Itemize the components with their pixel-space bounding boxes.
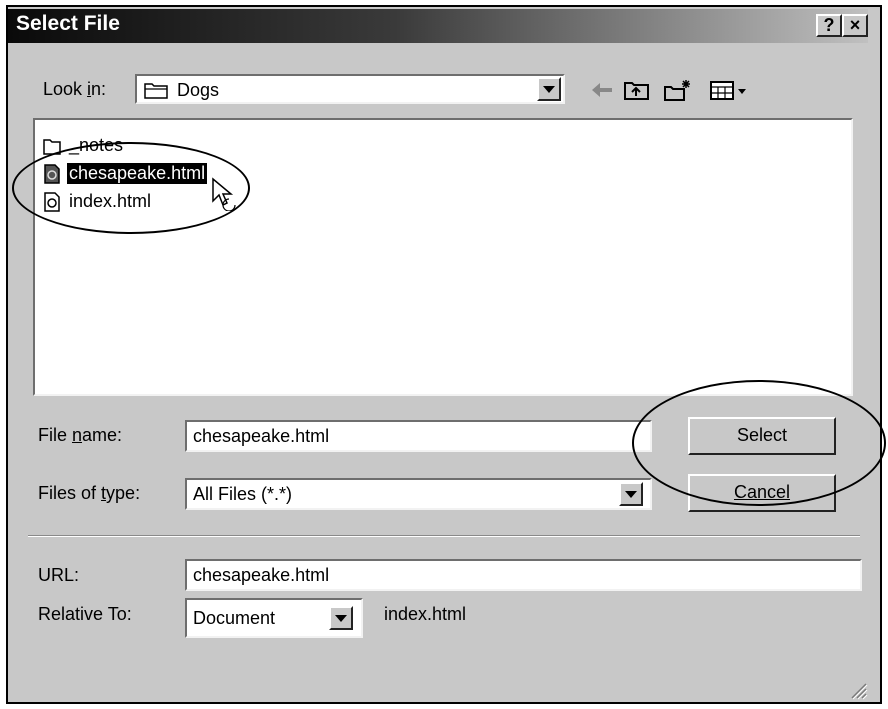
- relative-to-dropdown-arrow[interactable]: [329, 606, 353, 630]
- back-arrow-icon[interactable]: [588, 78, 616, 102]
- separator: [28, 535, 860, 537]
- relative-to-target: index.html: [384, 604, 467, 624]
- highlight-ellipse-buttons: [632, 380, 886, 506]
- dialog-title: Select File: [16, 12, 120, 35]
- resize-grip-icon[interactable]: [848, 680, 868, 700]
- files-of-type-combo[interactable]: All Files (*.*): [185, 478, 652, 510]
- file-name-input[interactable]: chesapeake.html: [185, 420, 652, 452]
- look-in-dropdown-arrow[interactable]: [537, 77, 561, 101]
- url-label: URL:: [38, 565, 80, 585]
- view-menu-icon[interactable]: [708, 78, 752, 102]
- look-in-value: Dogs: [177, 80, 220, 100]
- new-folder-icon[interactable]: [662, 78, 694, 102]
- files-of-type-dropdown-arrow[interactable]: [619, 482, 643, 506]
- close-button[interactable]: ×: [842, 14, 868, 37]
- folder-icon: [144, 83, 168, 99]
- up-folder-icon[interactable]: [622, 78, 652, 102]
- title-bar[interactable]: Select File ? ×: [8, 9, 868, 43]
- highlight-ellipse-file: [12, 142, 250, 234]
- relative-to-combo[interactable]: Document: [185, 598, 363, 638]
- help-button[interactable]: ?: [816, 14, 842, 37]
- look-in-label: Look in:: [43, 79, 107, 99]
- file-name-label: File name:: [38, 425, 123, 445]
- relative-to-label: Relative To:: [38, 604, 132, 624]
- files-of-type-label: Files of type:: [38, 483, 141, 503]
- url-input[interactable]: chesapeake.html: [185, 559, 862, 591]
- look-in-combo[interactable]: Dogs: [135, 74, 565, 104]
